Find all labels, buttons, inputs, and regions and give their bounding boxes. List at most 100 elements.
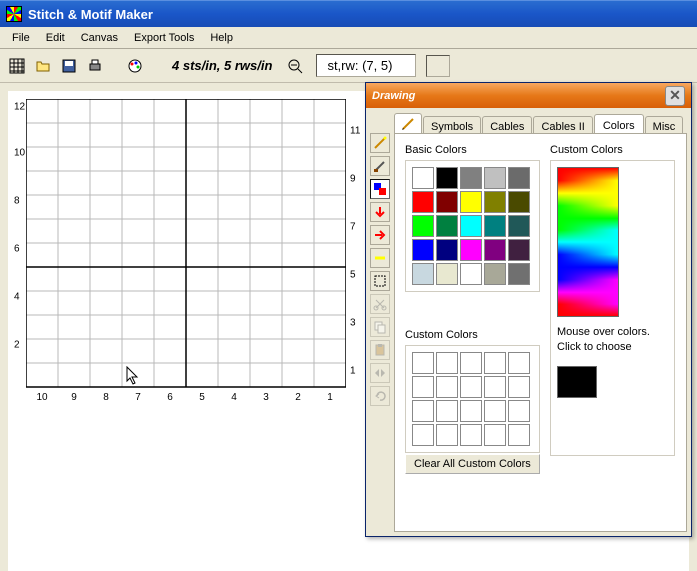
cut-icon[interactable] [370,294,390,314]
ylabel: 4 [14,292,20,303]
save-icon[interactable] [58,55,80,77]
menubar: File Edit Canvas Export Tools Help [0,27,697,49]
line-icon[interactable] [370,248,390,268]
custom-color-slot[interactable] [508,352,530,374]
custom-color-slot[interactable] [460,424,482,446]
color-swatch[interactable] [436,167,458,189]
arrow-right-icon[interactable] [370,225,390,245]
color-swatch[interactable] [412,239,434,261]
custom-color-slot[interactable] [412,352,434,374]
custom-color-slot[interactable] [484,352,506,374]
custom-slot-grid [412,352,533,446]
open-icon[interactable] [32,55,54,77]
custom-color-slot[interactable] [508,424,530,446]
select-icon[interactable] [370,271,390,291]
menu-export-tools[interactable]: Export Tools [126,29,202,47]
color-swatch[interactable] [412,167,434,189]
color-swatch[interactable] [412,263,434,285]
custom-color-slot[interactable] [436,424,458,446]
xlabel: 8 [103,392,109,403]
color-swatch[interactable] [460,167,482,189]
drawing-toolstrip [370,133,392,406]
color-swatch[interactable] [460,239,482,261]
color-swatch[interactable] [508,239,530,261]
ylabel: 2 [14,340,20,351]
flip-icon[interactable] [370,363,390,383]
custom-color-slot[interactable] [484,400,506,422]
custom-color-slot[interactable] [412,424,434,446]
brush-icon[interactable] [370,156,390,176]
color-swatch[interactable] [436,239,458,261]
wand-icon[interactable] [370,133,390,153]
close-icon[interactable]: ✕ [665,86,685,106]
basic-color-grid [412,167,533,285]
tab-page-colors: Basic Colors Custom Colors Clear All Cus… [394,133,687,532]
menu-help[interactable]: Help [202,29,241,47]
xlabel: 5 [199,392,205,403]
custom-color-slot[interactable] [460,400,482,422]
custom-color-slot[interactable] [436,352,458,374]
custom-color-slot[interactable] [508,376,530,398]
xlabel: 1 [327,392,333,403]
palette-icon[interactable] [124,55,146,77]
custom-color-slot[interactable] [508,400,530,422]
color-swatch[interactable] [484,239,506,261]
custom-color-slot[interactable] [460,376,482,398]
toolbar-slot[interactable] [426,55,450,77]
color-spectrum[interactable] [557,167,619,317]
basic-colors-label: Basic Colors [405,144,540,156]
custom-color-slot[interactable] [436,400,458,422]
xlabel: 4 [231,392,237,403]
zoom-out-icon[interactable] [284,55,306,77]
color-swap-icon[interactable] [370,179,390,199]
color-swatch[interactable] [460,263,482,285]
stitch-grid[interactable]: 12 10 8 6 4 2 11 9 7 5 3 1 10 9 8 7 6 5 … [26,99,346,389]
color-swatch[interactable] [508,191,530,213]
menu-edit[interactable]: Edit [38,29,73,47]
color-swatch[interactable] [460,215,482,237]
ylabel: 5 [350,270,356,281]
paste-icon[interactable] [370,340,390,360]
clear-custom-colors-button[interactable]: Clear All Custom Colors [405,454,540,474]
color-swatch[interactable] [508,215,530,237]
panel-titlebar[interactable]: Drawing ✕ [366,83,691,108]
xlabel: 3 [263,392,269,403]
menu-file[interactable]: File [4,29,38,47]
grid-icon[interactable] [6,55,28,77]
color-swatch[interactable] [436,215,458,237]
color-swatch[interactable] [508,263,530,285]
print-icon[interactable] [84,55,106,77]
ylabel: 9 [350,174,356,185]
app-icon [6,6,22,22]
custom-color-slot[interactable] [436,376,458,398]
xlabel: 9 [71,392,77,403]
color-swatch[interactable] [484,215,506,237]
ylabel: 10 [14,148,25,159]
color-swatch[interactable] [484,263,506,285]
ylabel: 3 [350,318,356,329]
custom-color-slot[interactable] [412,376,434,398]
xlabel: 6 [167,392,173,403]
color-swatch[interactable] [436,263,458,285]
custom-color-slot[interactable] [460,352,482,374]
color-swatch[interactable] [460,191,482,213]
titlebar: Stitch & Motif Maker [0,0,697,27]
color-swatch[interactable] [508,167,530,189]
custom-picker-group: Custom Colors Mouse over colors. Click t… [550,144,675,456]
menu-canvas[interactable]: Canvas [73,29,126,47]
custom-color-slot[interactable] [412,400,434,422]
ylabel: 1 [350,366,356,377]
color-swatch[interactable] [484,167,506,189]
color-swatch[interactable] [484,191,506,213]
color-swatch[interactable] [412,215,434,237]
xlabel: 2 [295,392,301,403]
color-swatch[interactable] [436,191,458,213]
arrow-down-icon[interactable] [370,202,390,222]
custom-color-slot[interactable] [484,424,506,446]
custom-color-slot[interactable] [484,376,506,398]
gauge-text: 4 sts/in, 5 rws/in [172,58,272,73]
copy-icon[interactable] [370,317,390,337]
ylabel: 11 [350,126,360,137]
undo-icon[interactable] [370,386,390,406]
color-swatch[interactable] [412,191,434,213]
